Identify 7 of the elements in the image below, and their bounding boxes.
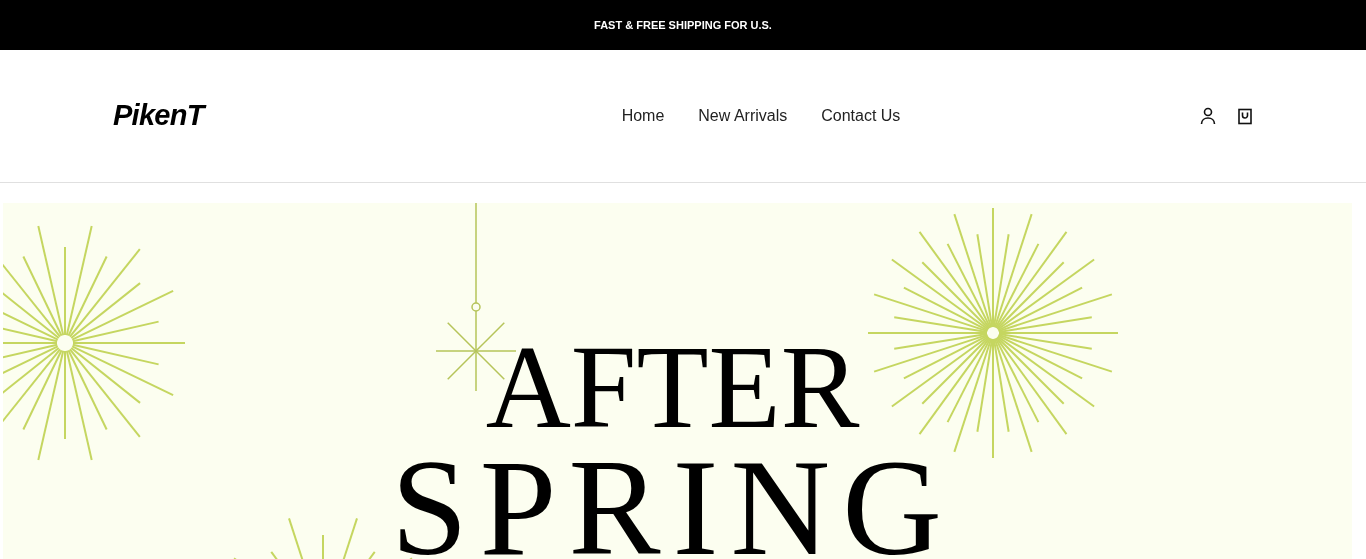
nav-link[interactable]: Home <box>621 104 665 128</box>
hero-subtitle: SPRING <box>391 443 954 559</box>
logo[interactable]: PikenT <box>113 94 413 138</box>
announcement-text: FAST & FREE SHIPPING FOR U.S. <box>594 17 772 33</box>
hero-title: AFTER <box>485 333 860 443</box>
nav-link[interactable]: New Arrivals <box>698 104 788 128</box>
nav-link[interactable]: Contact Us <box>821 104 901 128</box>
